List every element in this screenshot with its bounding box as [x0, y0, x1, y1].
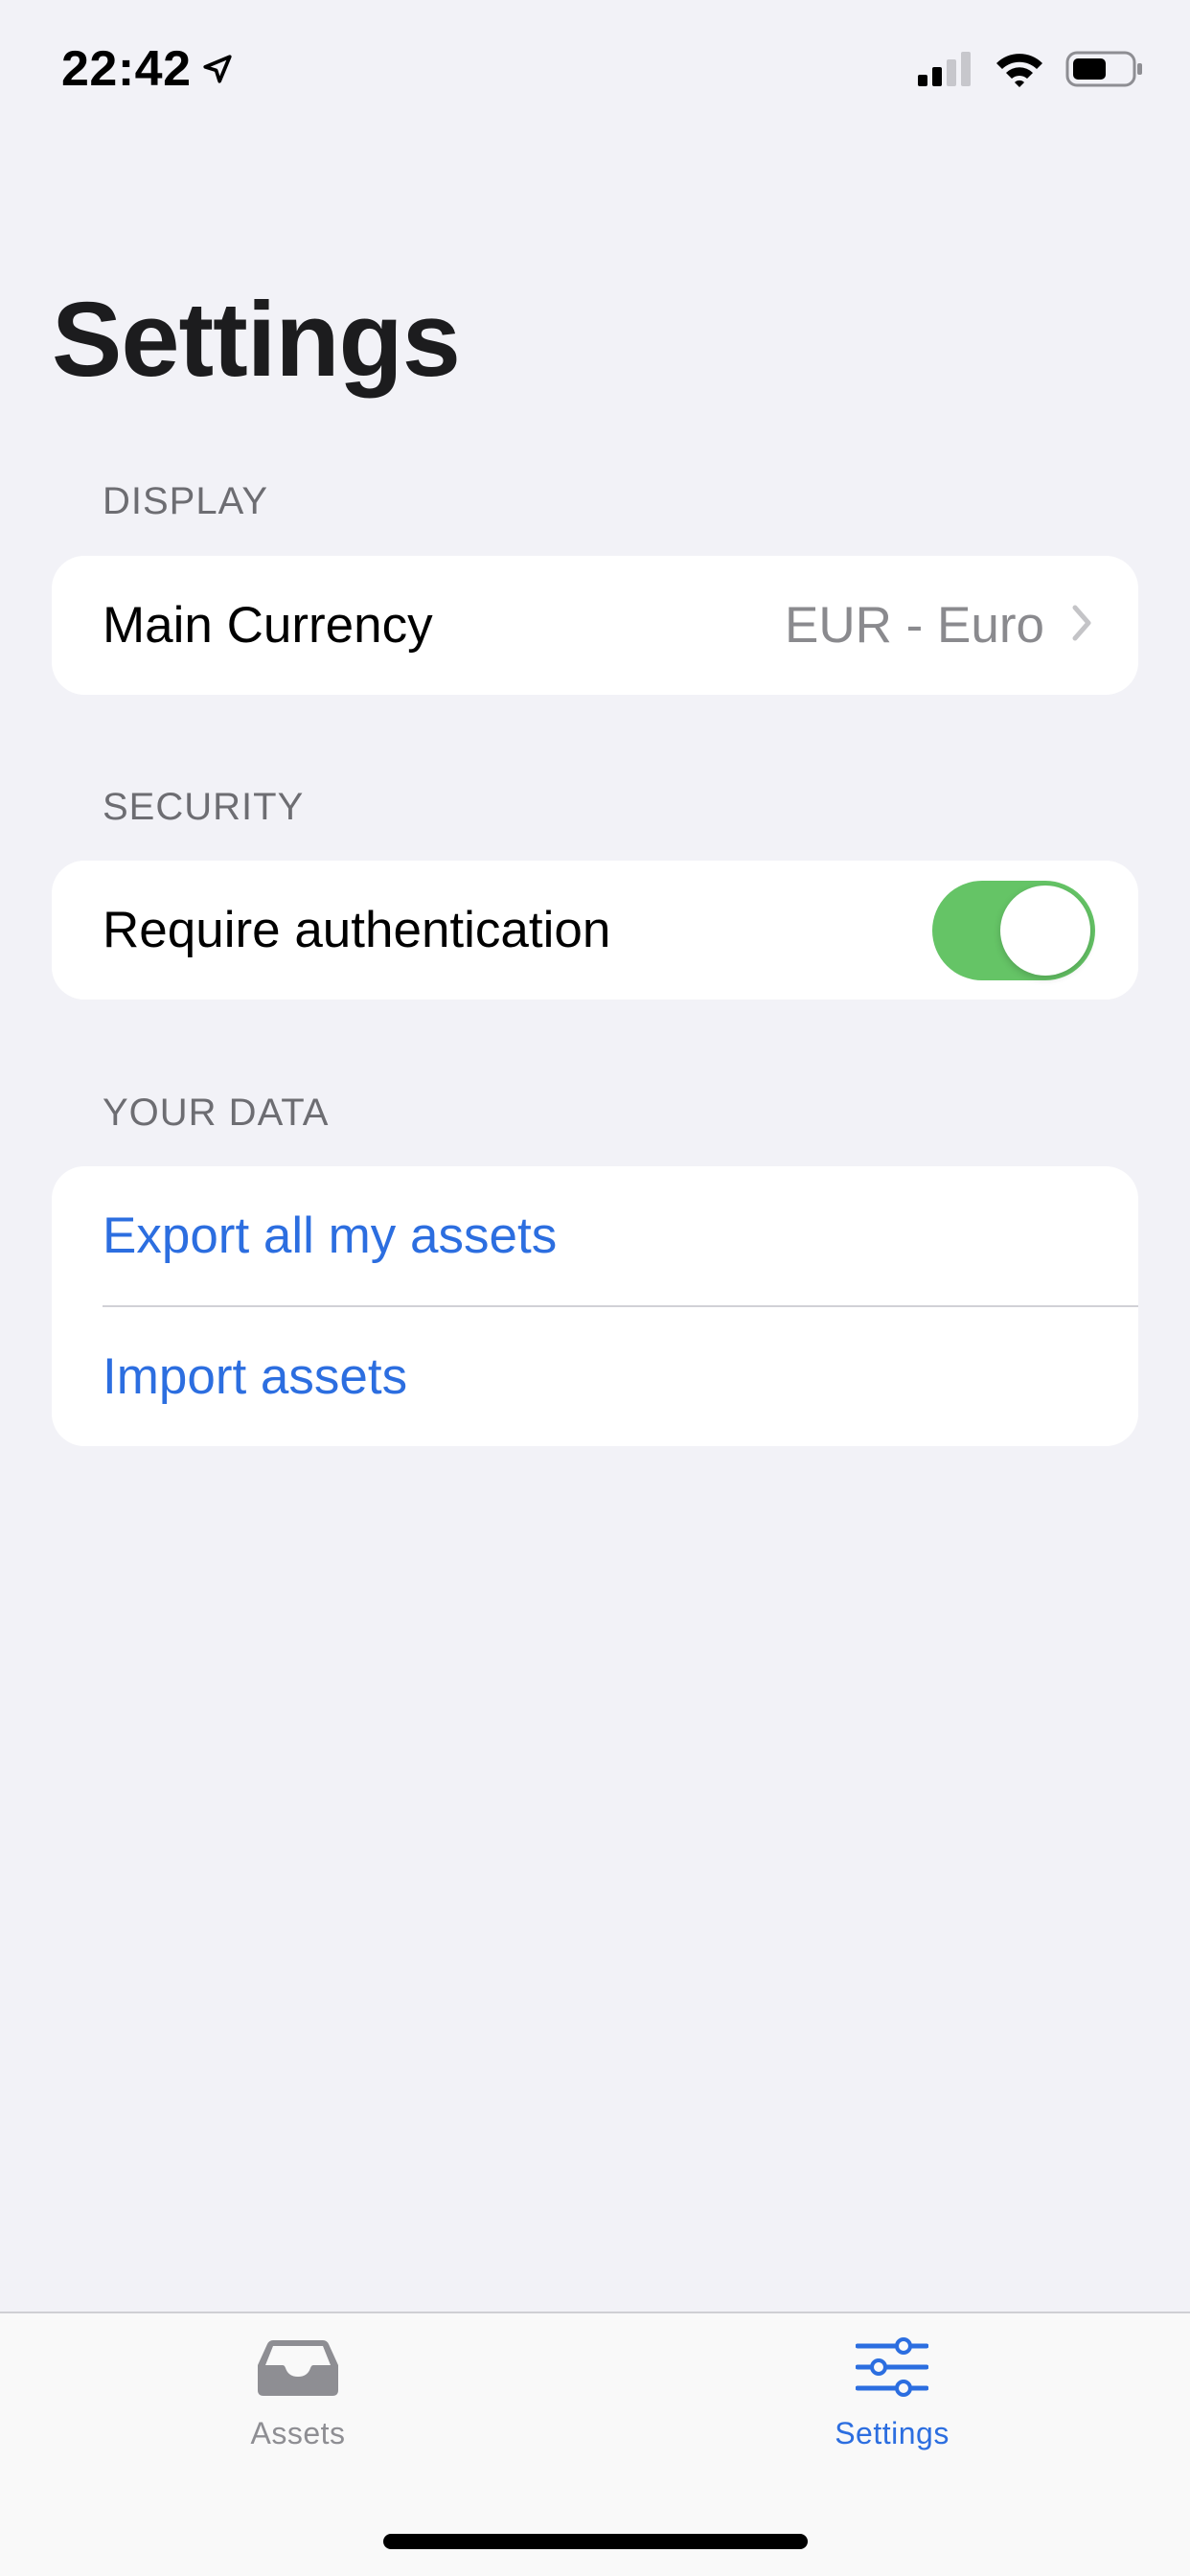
export-assets-row[interactable]: Export all my assets: [52, 1166, 1138, 1305]
status-indicators: [918, 50, 1144, 93]
tab-bar: Assets Settings: [0, 2312, 1190, 2576]
your-data-card: Export all my assets Import assets: [52, 1166, 1138, 1446]
main-currency-label: Main Currency: [103, 597, 433, 654]
sliders-icon: [855, 2336, 929, 2403]
wifi-icon: [995, 50, 1044, 93]
import-assets-row[interactable]: Import assets: [52, 1307, 1138, 1446]
import-assets-link[interactable]: Import assets: [103, 1347, 407, 1406]
main-currency-value-container: EUR - Euro: [785, 596, 1092, 655]
require-auth-row: Require authentication: [52, 861, 1138, 1000]
location-arrow-icon: [201, 53, 234, 85]
require-auth-label: Require authentication: [103, 902, 611, 958]
tab-settings-label: Settings: [835, 2416, 950, 2450]
section-header-your-data: YOUR DATA: [103, 1092, 330, 1134]
main-currency-row[interactable]: Main Currency EUR - Euro: [52, 556, 1138, 695]
tab-settings[interactable]: Settings: [748, 2336, 1036, 2451]
section-header-security: SECURITY: [103, 786, 305, 828]
require-auth-toggle[interactable]: [932, 880, 1095, 980]
status-bar: 22:42: [0, 0, 1190, 134]
status-time-container: 22:42: [61, 40, 234, 98]
main-currency-value: EUR - Euro: [785, 597, 1044, 654]
tab-assets[interactable]: Assets: [154, 2336, 442, 2451]
status-time: 22:42: [61, 41, 192, 97]
chevron-right-icon: [1071, 596, 1092, 655]
cellular-signal-icon: [918, 50, 973, 93]
tab-assets-label: Assets: [250, 2416, 346, 2450]
security-card: Require authentication: [52, 861, 1138, 1000]
home-indicator[interactable]: [383, 2534, 808, 2549]
page-title: Settings: [52, 281, 461, 399]
display-card: Main Currency EUR - Euro: [52, 556, 1138, 695]
tray-icon: [256, 2336, 340, 2403]
battery-icon: [1065, 50, 1144, 93]
section-header-display: DISPLAY: [103, 480, 268, 522]
export-assets-link[interactable]: Export all my assets: [103, 1207, 557, 1265]
toggle-knob: [1000, 885, 1090, 976]
